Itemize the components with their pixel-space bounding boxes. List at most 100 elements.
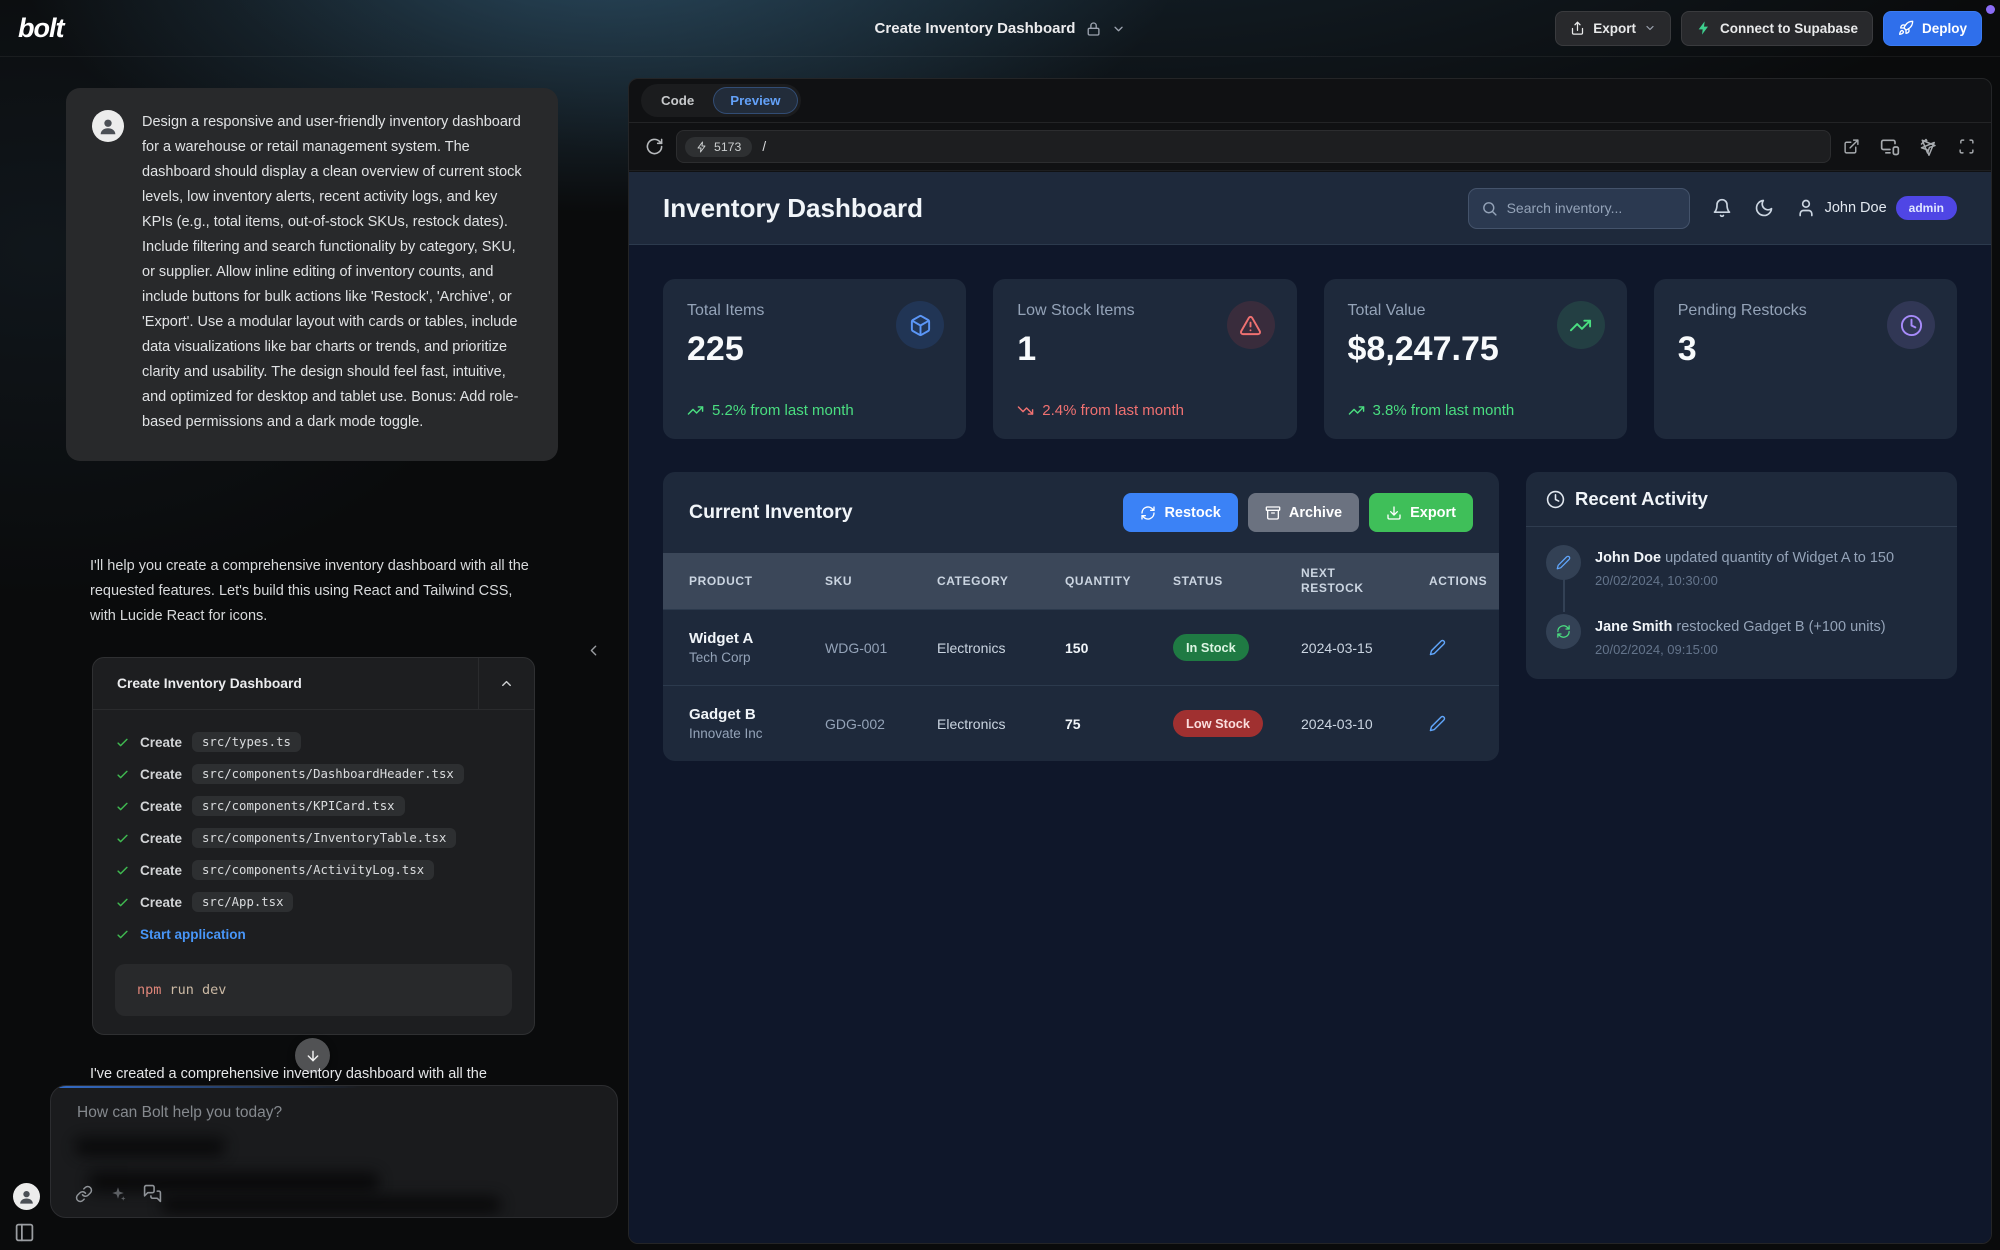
top-bar: bolt Create Inventory Dashboard Export C… — [0, 0, 2000, 57]
collapse-artifact-button[interactable] — [478, 658, 534, 710]
kpi-trend: 2.4% from last month — [1017, 402, 1184, 419]
plug-icon — [696, 141, 708, 153]
inventory-table-header: PRODUCT SKU CATEGORY QUANTITY STATUS NEX… — [663, 553, 1499, 609]
supabase-zap-icon — [1696, 20, 1712, 36]
chat-panel: Design a responsive and user-friendly in… — [0, 57, 628, 1250]
next-restock-date: 2024-03-10 — [1301, 716, 1429, 732]
user-name: John Doe — [1825, 200, 1887, 216]
activity-action: updated quantity of Widget A to 150 — [1661, 550, 1894, 566]
kpi-trend: 5.2% from last month — [687, 402, 854, 419]
kpi-card-pending-restocks: Pending Restocks 3 — [1654, 279, 1957, 439]
table-row[interactable]: Widget A Tech Corp WDG-001 Electronics 1… — [663, 609, 1499, 685]
discuss-icon[interactable] — [143, 1184, 162, 1203]
artifact-step: Create src/App.tsx — [115, 886, 512, 918]
product-quantity[interactable]: 150 — [1065, 640, 1173, 656]
inspect-off-icon[interactable] — [1920, 138, 1938, 156]
editor-tabs-row: Code Preview — [629, 79, 1991, 123]
archive-label: Archive — [1289, 505, 1342, 521]
start-application-link[interactable]: Start application — [140, 927, 246, 942]
link-icon[interactable] — [75, 1185, 93, 1203]
trending-down-icon — [1017, 402, 1034, 419]
supabase-label: Connect to Supabase — [1720, 21, 1858, 36]
assistant-intro-text: I'll help you create a comprehensive inv… — [90, 554, 540, 629]
redacted-text-blur — [161, 1196, 501, 1214]
dashboard-main-row: Current Inventory Restock Archive Exp — [663, 472, 1957, 761]
status-badge: In Stock — [1173, 634, 1249, 661]
search-icon — [1481, 200, 1498, 217]
terminal-command: npm run dev — [115, 964, 512, 1016]
step-action: Create — [140, 799, 182, 814]
activity-action: restocked Gadget B (+100 units) — [1672, 619, 1885, 635]
edit-pencil-icon[interactable] — [1429, 715, 1499, 732]
step-file[interactable]: src/types.ts — [192, 732, 301, 752]
export-button[interactable]: Export — [1555, 11, 1671, 46]
deploy-label: Deploy — [1922, 21, 1967, 36]
recent-activity-panel: Recent Activity John Doe updated quantit… — [1526, 472, 1957, 679]
connect-supabase-button[interactable]: Connect to Supabase — [1681, 11, 1873, 46]
step-file[interactable]: src/components/DashboardHeader.tsx — [192, 764, 464, 784]
kpi-card-total-value: Total Value $8,247.75 3.8% from last mon… — [1324, 279, 1627, 439]
product-name: Widget A — [689, 630, 825, 647]
restock-button[interactable]: Restock — [1123, 493, 1237, 532]
product-category: Electronics — [937, 716, 1065, 732]
user-menu[interactable]: John Doe admin — [1796, 196, 1957, 220]
devices-icon[interactable] — [1880, 137, 1900, 157]
address-bar[interactable]: 5173 / — [676, 130, 1831, 163]
project-title: Create Inventory Dashboard — [875, 20, 1076, 37]
trending-up-icon — [687, 402, 704, 419]
code-preview-toggle: Code Preview — [641, 84, 801, 117]
external-link-icon[interactable] — [1843, 138, 1860, 155]
export-label: Export — [1593, 21, 1636, 36]
artifact-step: Create src/types.ts — [115, 726, 512, 758]
kpi-trend: 3.8% from last month — [1348, 402, 1515, 419]
start-application-step: Start application — [115, 918, 512, 950]
activity-user: John Doe — [1595, 550, 1661, 566]
edit-pencil-icon[interactable] — [1429, 639, 1499, 656]
notification-dot — [1986, 5, 1995, 14]
step-file[interactable]: src/components/KPICard.tsx — [192, 796, 405, 816]
port-pill[interactable]: 5173 — [685, 137, 752, 157]
next-restock-date: 2024-03-15 — [1301, 640, 1429, 656]
artifact-header[interactable]: Create Inventory Dashboard — [93, 658, 534, 710]
clock-icon — [1887, 301, 1935, 349]
trending-up-icon — [1557, 301, 1605, 349]
table-row[interactable]: Gadget B Innovate Inc GDG-002 Electronic… — [663, 685, 1499, 761]
chat-input-box[interactable] — [50, 1085, 618, 1218]
dark-mode-toggle-moon-icon[interactable] — [1754, 198, 1774, 218]
fullscreen-icon[interactable] — [1958, 138, 1975, 155]
artifact-step: Create src/components/KPICard.tsx — [115, 790, 512, 822]
archive-button[interactable]: Archive — [1248, 493, 1359, 532]
step-action: Create — [140, 831, 182, 846]
user-avatar — [92, 110, 124, 142]
sparkles-icon[interactable] — [109, 1185, 127, 1203]
sidebar-toggle-icon[interactable] — [14, 1222, 35, 1243]
account-avatar[interactable] — [13, 1183, 40, 1210]
deploy-button[interactable]: Deploy — [1883, 11, 1982, 46]
project-menu[interactable]: Create Inventory Dashboard — [875, 0, 1126, 57]
reload-icon[interactable] — [645, 137, 664, 156]
check-icon — [115, 831, 130, 846]
collapse-chat-chevron[interactable] — [585, 642, 602, 659]
tab-code[interactable]: Code — [644, 87, 711, 114]
tab-preview[interactable]: Preview — [713, 87, 797, 114]
product-category: Electronics — [937, 640, 1065, 656]
status-badge: Low Stock — [1173, 710, 1263, 737]
export-csv-button[interactable]: Export — [1369, 493, 1473, 532]
inventory-search-box[interactable] — [1468, 188, 1690, 229]
kpi-trend-text: 5.2% from last month — [712, 402, 854, 419]
bell-icon[interactable] — [1712, 198, 1732, 218]
check-icon — [115, 895, 130, 910]
product-quantity[interactable]: 75 — [1065, 716, 1173, 732]
activity-timestamp: 20/02/2024, 10:30:00 — [1595, 573, 1894, 588]
artifact-title: Create Inventory Dashboard — [117, 676, 302, 691]
chat-input[interactable] — [77, 1104, 577, 1122]
alert-triangle-icon — [1227, 301, 1275, 349]
preview-toolbar: 5173 / — [629, 123, 1991, 171]
step-file[interactable]: src/components/InventoryTable.tsx — [192, 828, 456, 848]
search-input[interactable] — [1507, 200, 1677, 216]
check-icon — [115, 927, 130, 942]
bolt-logo[interactable]: bolt — [18, 13, 63, 44]
step-file[interactable]: src/App.tsx — [192, 892, 293, 912]
step-file[interactable]: src/components/ActivityLog.tsx — [192, 860, 434, 880]
dashboard-header: Inventory Dashboard John Doe admin — [629, 172, 1991, 245]
